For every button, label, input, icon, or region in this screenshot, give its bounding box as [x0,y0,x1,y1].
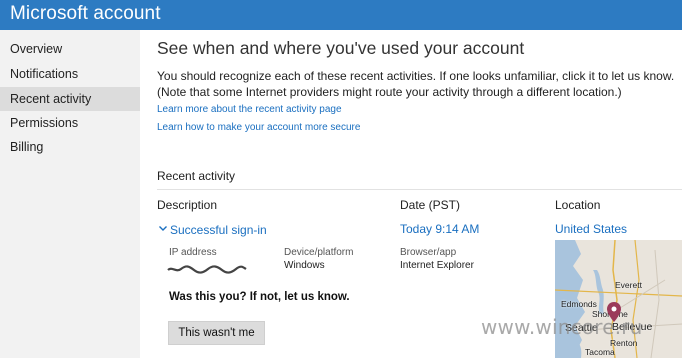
sidebar-item-recent-activity[interactable]: Recent activity [0,87,140,111]
activity-location[interactable]: United States [555,222,627,236]
sidebar-item-permissions[interactable]: Permissions [0,111,140,135]
main-content: See when and where you've used your acco… [140,30,682,358]
map-label-everett: Everett [615,280,642,290]
activity-row-toggle[interactable]: Successful sign-in [157,222,267,237]
column-header-location: Location [555,198,601,212]
ip-address-label: IP address [169,247,217,258]
column-header-date: Date (PST) [400,198,461,212]
location-map[interactable]: Everett Edmonds Shoreline Seattle Bellev… [555,240,682,358]
device-platform-value: Windows [284,260,325,271]
ip-address-redacted [167,261,247,274]
page-heading: See when and where you've used your acco… [157,38,525,58]
learn-account-security-link[interactable]: Learn how to make your account more secu… [157,122,360,133]
verification-question: Was this you? If not, let us know. [169,291,350,303]
app-title: Microsoft account [10,3,161,24]
intro-text: You should recognize each of these recen… [157,69,675,99]
top-bar: Microsoft account [0,0,682,30]
browser-app-label: Browser/app [400,247,457,258]
page: Microsoft account Overview Notifications… [0,0,682,358]
sidebar-item-notifications[interactable]: Notifications [0,62,140,86]
activity-date[interactable]: Today 9:14 AM [400,222,479,236]
device-platform-label: Device/platform [284,247,354,258]
watermark: www.wincore.ru [481,315,643,339]
activity-description: Successful sign-in [170,222,267,237]
section-title: Recent activity [157,169,236,183]
sidebar: Overview Notifications Recent activity P… [0,30,140,358]
section-divider [157,189,682,190]
sidebar-item-overview[interactable]: Overview [0,37,140,61]
map-label-edmonds: Edmonds [561,299,597,309]
sidebar-item-billing[interactable]: Billing [0,135,140,159]
column-header-description: Description [157,198,218,212]
browser-app-value: Internet Explorer [400,260,474,271]
map-label-tacoma: Tacoma [585,347,615,357]
chevron-down-icon [157,222,170,237]
learn-more-recent-activity-link[interactable]: Learn more about the recent activity pag… [157,104,342,115]
this-wasnt-me-button[interactable]: This wasn't me [168,321,265,345]
